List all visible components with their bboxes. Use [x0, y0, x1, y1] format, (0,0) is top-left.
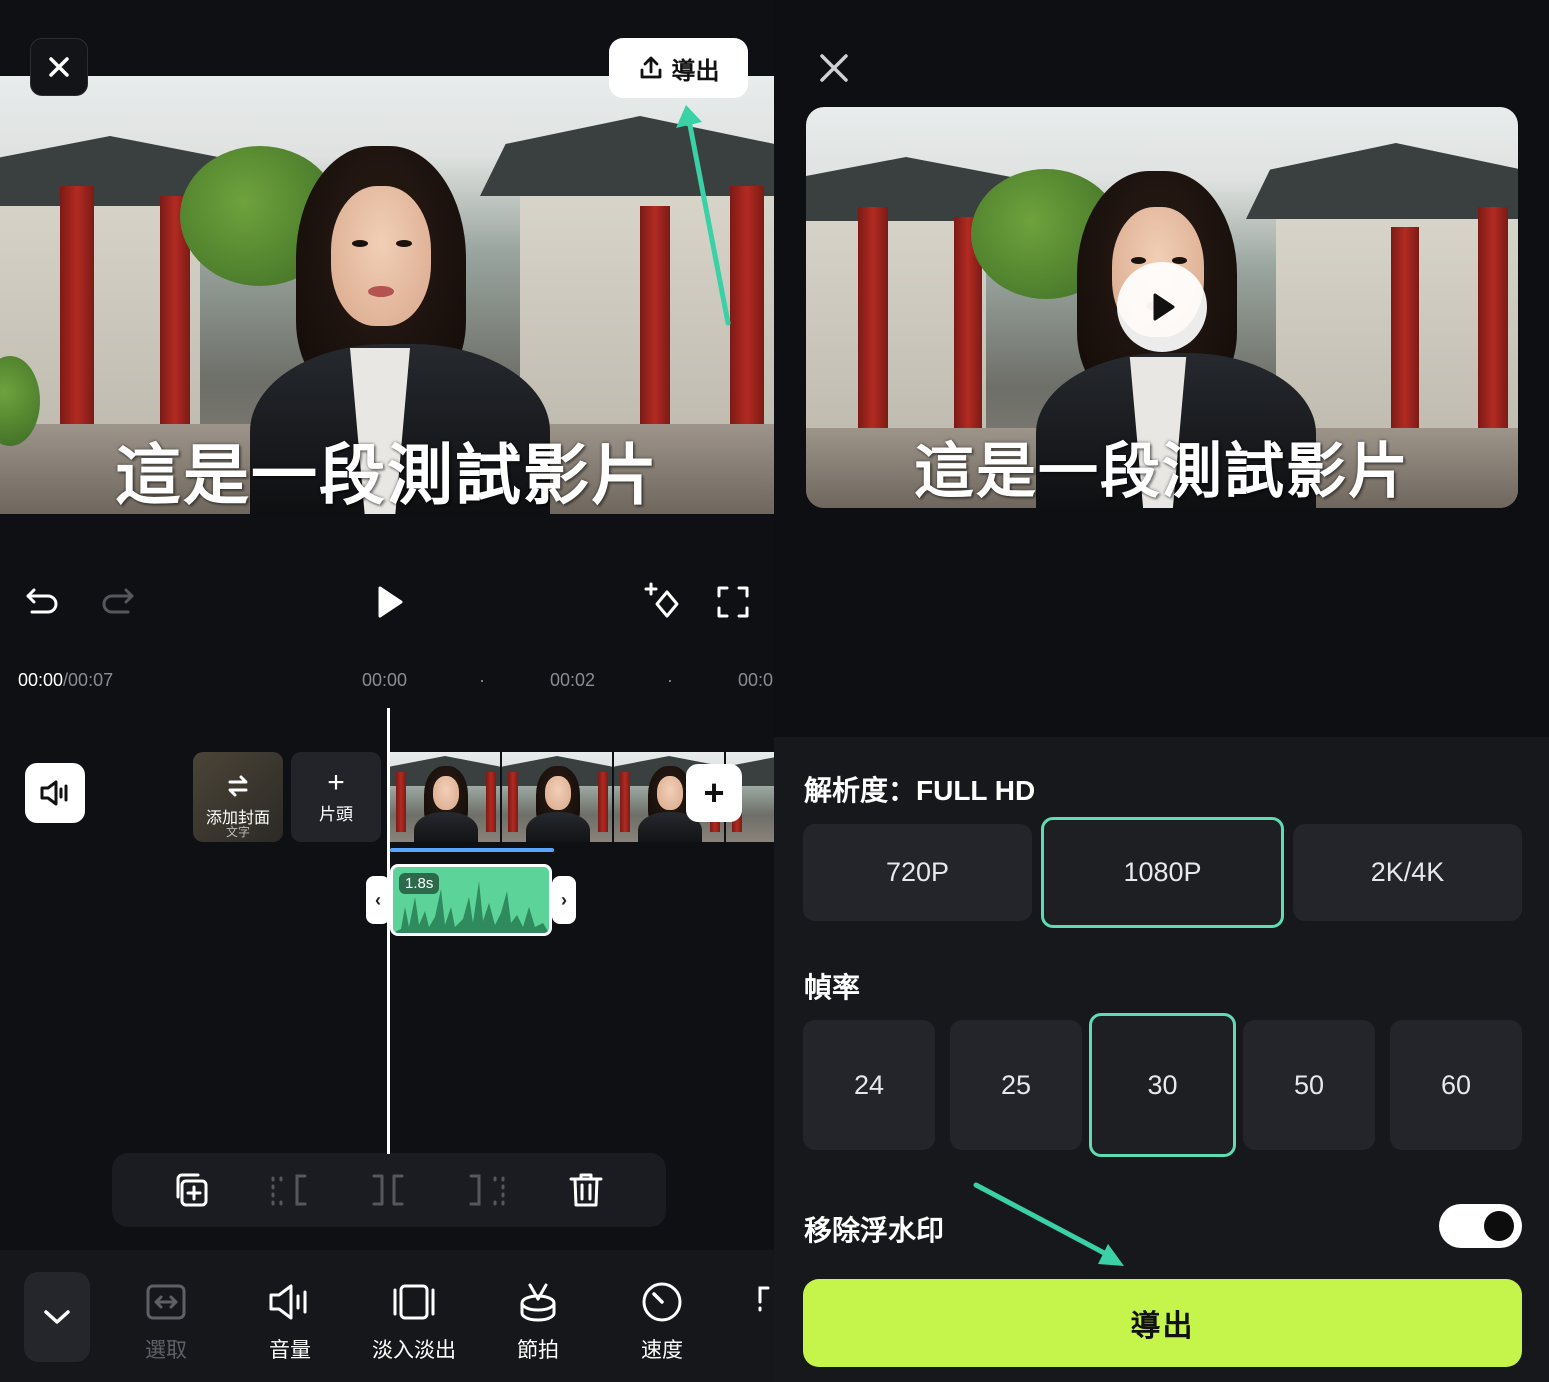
- nav-fade-label: 淡入淡出: [372, 1339, 456, 1362]
- add-clip-button[interactable]: +: [686, 764, 742, 822]
- nav-fade[interactable]: 淡入淡出: [359, 1280, 469, 1364]
- framerate-option-60[interactable]: 60: [1390, 1020, 1522, 1150]
- audio-waveform[interactable]: 1.8s: [390, 864, 552, 936]
- video-preview[interactable]: 這是一段測試影片: [0, 76, 774, 514]
- bottom-tool-nav: 選取 音量 淡入淡出 節拍 速度: [0, 1250, 774, 1382]
- nav-speed-label: 速度: [641, 1339, 683, 1362]
- intro-label: 片頭: [319, 804, 353, 824]
- preview-play-button[interactable]: [1117, 262, 1207, 352]
- video-caption: 這是一段測試影片: [115, 437, 659, 514]
- timeline-ruler[interactable]: 00:00/00:07 00:00 · 00:02 · 00:0: [0, 652, 774, 704]
- duplicate-icon: [176, 1173, 208, 1207]
- resolution-option-2k4k[interactable]: 2K/4K: [1293, 824, 1522, 921]
- split-icon: [372, 1174, 404, 1206]
- playhead[interactable]: [387, 708, 390, 1154]
- close-export-button[interactable]: [816, 50, 852, 86]
- undo-icon: [26, 588, 58, 614]
- ruler-tick: 00:00: [362, 670, 408, 690]
- speed-icon: [642, 1282, 682, 1322]
- framerate-option-25[interactable]: 25: [950, 1020, 1082, 1150]
- select-icon: [146, 1284, 186, 1320]
- upload-icon: [640, 56, 661, 79]
- close-icon: [820, 54, 848, 82]
- export-confirm-button[interactable]: 導出: [803, 1279, 1522, 1367]
- delete-button[interactable]: [564, 1169, 608, 1211]
- swap-icon: [228, 775, 248, 797]
- timecode-current: 00:00: [18, 670, 64, 690]
- ruler-tick: 00:02: [550, 670, 596, 690]
- split-right-icon: [469, 1174, 505, 1206]
- nav-beat-label: 節拍: [517, 1339, 559, 1362]
- speaker-icon: [40, 780, 68, 806]
- redo-button[interactable]: [96, 580, 140, 624]
- nav-select-label: 選取: [145, 1339, 187, 1362]
- clip-thumbnail: [502, 752, 614, 842]
- nav-volume-label: 音量: [269, 1339, 311, 1362]
- beat-icon: [520, 1283, 556, 1322]
- fullscreen-icon: [717, 586, 749, 618]
- fullscreen-button[interactable]: [711, 580, 755, 624]
- plus-icon: +: [327, 765, 345, 799]
- audio-clip[interactable]: ‹ 1.8s ›: [366, 864, 576, 936]
- trash-icon: [569, 1173, 603, 1207]
- export-label: 導出: [671, 57, 720, 85]
- framerate-option-50[interactable]: 50: [1243, 1020, 1375, 1150]
- close-icon: [49, 57, 69, 77]
- nav-select[interactable]: 選取: [111, 1280, 221, 1364]
- split-right-button[interactable]: [465, 1169, 509, 1211]
- resolution-option-720p[interactable]: 720P: [803, 824, 1032, 921]
- playback-toolbar: [0, 560, 774, 644]
- nav-beat[interactable]: 節拍: [483, 1280, 593, 1364]
- export-video-caption: 這是一段測試影片: [914, 437, 1410, 507]
- framerate-option-24[interactable]: 24: [803, 1020, 935, 1150]
- nav-volume[interactable]: 音量: [235, 1280, 345, 1364]
- split-button[interactable]: [366, 1169, 410, 1211]
- play-button[interactable]: [367, 580, 411, 624]
- watermark-label: 移除浮水印: [804, 1215, 945, 1246]
- keyframe-button[interactable]: [642, 580, 686, 624]
- nav-speed[interactable]: 速度: [607, 1280, 717, 1364]
- close-button[interactable]: [30, 38, 88, 96]
- framerate-option-30[interactable]: 30: [1089, 1013, 1236, 1157]
- nav-more-partial[interactable]: [752, 1280, 774, 1334]
- cover-sub: 文字: [225, 825, 250, 839]
- split-left-icon: [271, 1174, 307, 1206]
- duplicate-button[interactable]: [169, 1169, 213, 1211]
- clip-edit-bar: [112, 1153, 666, 1227]
- add-cover-button[interactable]: 添加封面 文字: [193, 752, 283, 842]
- play-icon: [378, 586, 403, 618]
- play-icon: [1153, 293, 1175, 321]
- split-left-button[interactable]: [267, 1169, 311, 1211]
- framerate-title: 幀率: [804, 972, 861, 1003]
- export-button[interactable]: 導出: [609, 38, 748, 98]
- undo-button[interactable]: [20, 580, 64, 624]
- collapse-button[interactable]: [24, 1272, 90, 1362]
- ruler-dot: ·: [479, 670, 485, 690]
- more-tool-icon: [758, 1286, 770, 1312]
- trim-handle-right[interactable]: ›: [552, 876, 576, 924]
- toggle-knob: [1484, 1211, 1514, 1241]
- editor-panel: 這是一段測試影片 導出 00:00/00:07 00:00 · 00:02 · …: [0, 0, 774, 1382]
- audio-duration: 1.8s: [399, 873, 440, 894]
- watermark-toggle[interactable]: [1439, 1204, 1522, 1248]
- add-intro-button[interactable]: + 片頭: [291, 752, 381, 842]
- chevron-down-icon: [44, 1310, 70, 1324]
- export-settings: 解析度：FULL HD 720P 1080P 2K/4K 幀率 24 25 30…: [774, 737, 1549, 1382]
- timecode-total: /00:07: [63, 670, 114, 690]
- redo-icon: [102, 588, 134, 614]
- volume-icon: [269, 1284, 307, 1320]
- clip-progress-line: [390, 848, 554, 852]
- ruler-dot: ·: [667, 670, 673, 690]
- export-panel: 這是一段測試影片 解析度：FULL HD 720P 1080P 2K/4K 幀率…: [774, 0, 1549, 1382]
- ruler-tick: 00:0: [738, 670, 774, 690]
- clip-thumbnail: [390, 752, 502, 842]
- fade-icon: [393, 1284, 435, 1320]
- resolution-option-1080p[interactable]: 1080P: [1041, 817, 1284, 928]
- track-mute-button[interactable]: [25, 763, 85, 823]
- timecode: 00:00/00:07: [18, 670, 113, 691]
- resolution-title: 解析度：FULL HD: [804, 775, 1036, 806]
- keyframe-icon: [644, 582, 679, 618]
